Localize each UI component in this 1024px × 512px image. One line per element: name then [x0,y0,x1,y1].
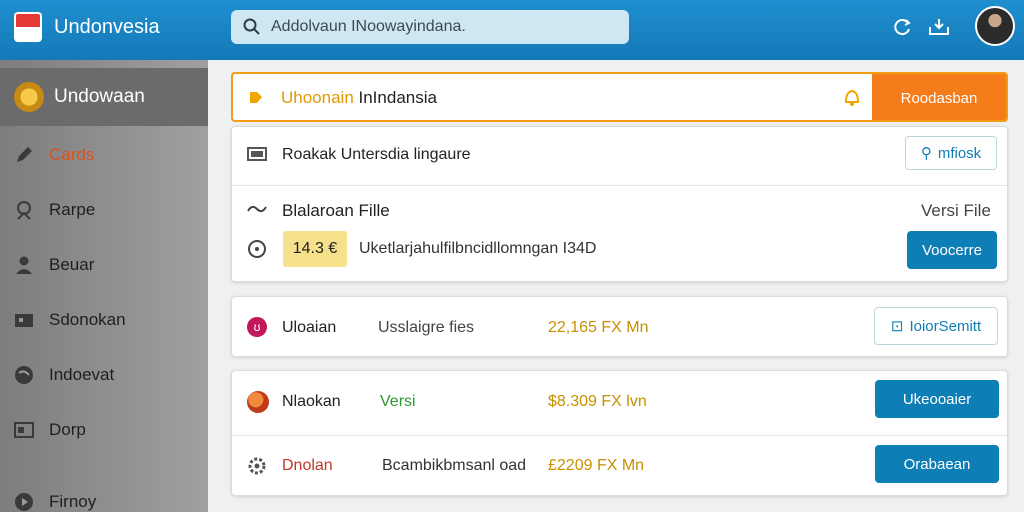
sidebar-item-firnoy[interactable]: Firnoy [0,482,208,512]
sidebar-header[interactable]: Undowaan [0,68,208,126]
search-icon [243,18,260,35]
badge-icon: ʊ [247,317,267,337]
sidebar-item-label: Indoevat [49,365,115,384]
person-icon [12,253,36,277]
banner-title: Uhoonain InIndansia [281,88,437,108]
search-input[interactable]: Addolvaun INoowayindana. [231,10,629,44]
folder-icon [12,308,36,332]
row-amount: $8.309 FX lvn [548,393,647,410]
window-icon [246,145,268,163]
sidebar-item-label: Beuar [49,255,95,274]
globe-icon [12,363,36,387]
table-row: Dnolan Bcambikbmsanl oad £2209 FX Mn Ora… [232,435,1007,497]
sidebar-item-sdonokan[interactable]: Sdonokan [0,300,208,340]
card-icon [12,418,36,442]
banner: Uhoonain InIndansia Roodasban [231,72,1008,122]
file-version-label: Versi File [921,201,991,220]
wave-icon [246,201,268,217]
ukeooaier-button[interactable]: Ukeooaier [875,380,999,418]
sidebar-item-dorp[interactable]: Dorp [0,410,208,450]
item-name: Uloaian [282,319,337,336]
clock-icon [247,239,267,259]
row-description: Bcambikbmsanl oad [382,457,527,474]
divider [232,185,1007,186]
pen-icon [12,143,36,167]
banner-title-suffix: InIndansia [353,88,437,107]
file-card: Roakak Untersdia lingaure ⚲ mfiosk Blalar… [231,126,1008,282]
sidebar-item-label: Sdonokan [49,310,126,329]
search-text: Addolvaun INoowayindana. [271,18,466,35]
search-icon: ⚲ [920,145,932,162]
top-bar: Undonvesia Addolvaun INoowayindana. [0,0,1024,60]
banner-action-button[interactable]: Roodasban [872,74,1006,120]
sidebar-item-label: Firnoy [49,492,97,511]
mfiosk-button-label: mfiosk [937,144,982,162]
sidebar-item-cards[interactable]: Cards [0,135,208,175]
file-title: Blalaroan Fille [282,201,390,220]
bell-icon[interactable] [841,86,863,113]
user-pin-icon [12,198,36,222]
sidebar-item-label: Rarpe [49,200,96,219]
voocerre-button[interactable]: Voocerre [907,231,997,269]
sidebar-item-rarpe[interactable]: Rarpe [0,190,208,230]
brand-name: Undonvesia [54,15,160,38]
inbox-icon[interactable] [928,16,950,38]
item-description: Usslaigre fies [378,319,475,336]
table-row: Nlaokan Versi $8.309 FX lvn Ukeooaier [232,371,1007,435]
item-card: ʊ Uloaian Usslaigre fies 22,165 FX Mn ⊡ I… [231,296,1008,357]
row-name: Dnolan [282,457,333,474]
row-name: Nlaokan [282,393,341,410]
flag-logo-icon [14,12,42,42]
ioiorsemitt-button[interactable]: ⊡ IoiorSemitt [874,307,998,345]
ball-icon [247,391,269,413]
row-amount: £2209 FX Mn [548,457,645,474]
gear-icon [247,456,267,476]
sidebar-item-label: Dorp [49,420,86,439]
avatar[interactable] [975,6,1015,46]
sidebar-header-label: Undowaan [54,86,145,107]
orabaean-button[interactable]: Orabaean [875,445,999,483]
play-icon [12,490,36,512]
tag-icon [247,88,265,111]
row-label: Roakak Untersdia lingaure [282,146,471,163]
sidebar-item-beuar[interactable]: Beuar [0,245,208,285]
item-amount: 22,165 FX Mn [548,319,649,336]
transactions-card: Nlaokan Versi $8.309 FX lvn Ukeooaier Dn… [231,370,1008,496]
sidebar: Undowaan Cards Rarpe Beuar Sdonokan Indo… [0,60,208,512]
file-description: Uketlarjahulfilbncidllomngan I34D [359,240,597,257]
sidebar-logo-icon [14,82,44,112]
image-icon: ⊡ [890,318,904,335]
ioiorsemitt-button-label: IoiorSemitt [909,317,982,335]
refresh-icon[interactable] [892,16,914,38]
row-description: Versi [380,393,416,410]
banner-title-prefix: Uhoonain [281,88,354,107]
sidebar-item-indoevat[interactable]: Indoevat [0,355,208,395]
brand[interactable]: Undonvesia [14,10,160,44]
price-badge: 14.3 € [283,231,347,267]
sidebar-item-label: Cards [49,145,95,164]
mfiosk-button[interactable]: ⚲ mfiosk [905,136,997,170]
